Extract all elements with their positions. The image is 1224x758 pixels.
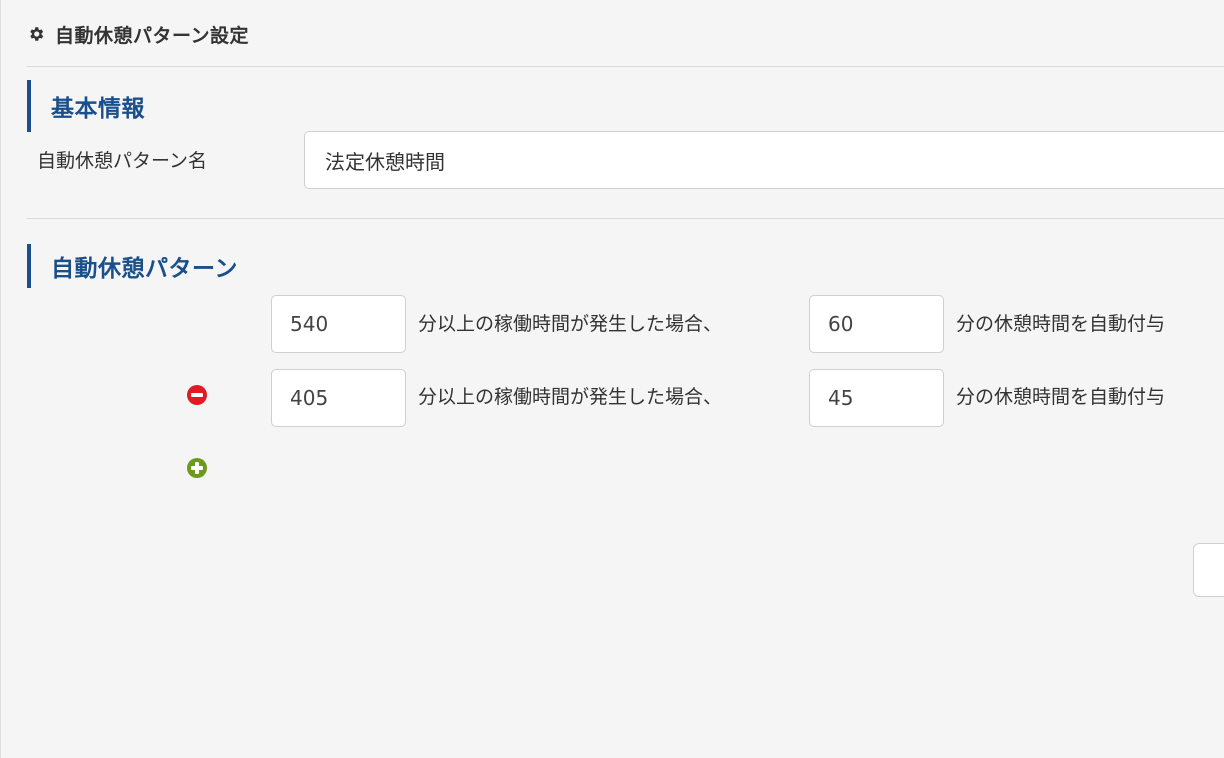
section-divider bbox=[27, 218, 1224, 219]
work-minutes-input[interactable] bbox=[271, 369, 406, 427]
auto-break-heading-text: 自動休憩パターン bbox=[51, 256, 238, 282]
add-circle-icon[interactable] bbox=[186, 457, 208, 479]
auto-break-pattern-settings-page: 自動休憩パターン設定 基本情報 自動休憩パターン名 自動休憩パターン 分以上の稼… bbox=[0, 0, 1224, 758]
pattern-name-input[interactable] bbox=[304, 131, 1224, 189]
work-minutes-input[interactable] bbox=[271, 295, 406, 353]
page-title: 自動休憩パターン設定 bbox=[55, 24, 250, 47]
basic-info-heading: 基本情報 bbox=[27, 80, 145, 132]
basic-info-heading-text: 基本情報 bbox=[51, 96, 145, 122]
break-grant-text: 分の休憩時間を自動付与 bbox=[956, 386, 1166, 408]
break-minutes-input[interactable] bbox=[809, 295, 944, 353]
work-condition-text: 分以上の稼働時間が発生した場合、 bbox=[418, 386, 723, 408]
offscreen-button[interactable] bbox=[1193, 543, 1224, 597]
break-grant-text: 分の休憩時間を自動付与 bbox=[956, 313, 1166, 335]
page-header: 自動休憩パターン設定 bbox=[27, 14, 249, 54]
header-divider bbox=[27, 66, 1224, 67]
pattern-name-label: 自動休憩パターン名 bbox=[37, 150, 208, 172]
gear-icon bbox=[30, 27, 44, 41]
auto-break-heading: 自動休憩パターン bbox=[27, 244, 238, 288]
remove-circle-icon[interactable] bbox=[186, 384, 208, 406]
work-condition-text: 分以上の稼働時間が発生した場合、 bbox=[418, 313, 723, 335]
break-minutes-input[interactable] bbox=[809, 369, 944, 427]
